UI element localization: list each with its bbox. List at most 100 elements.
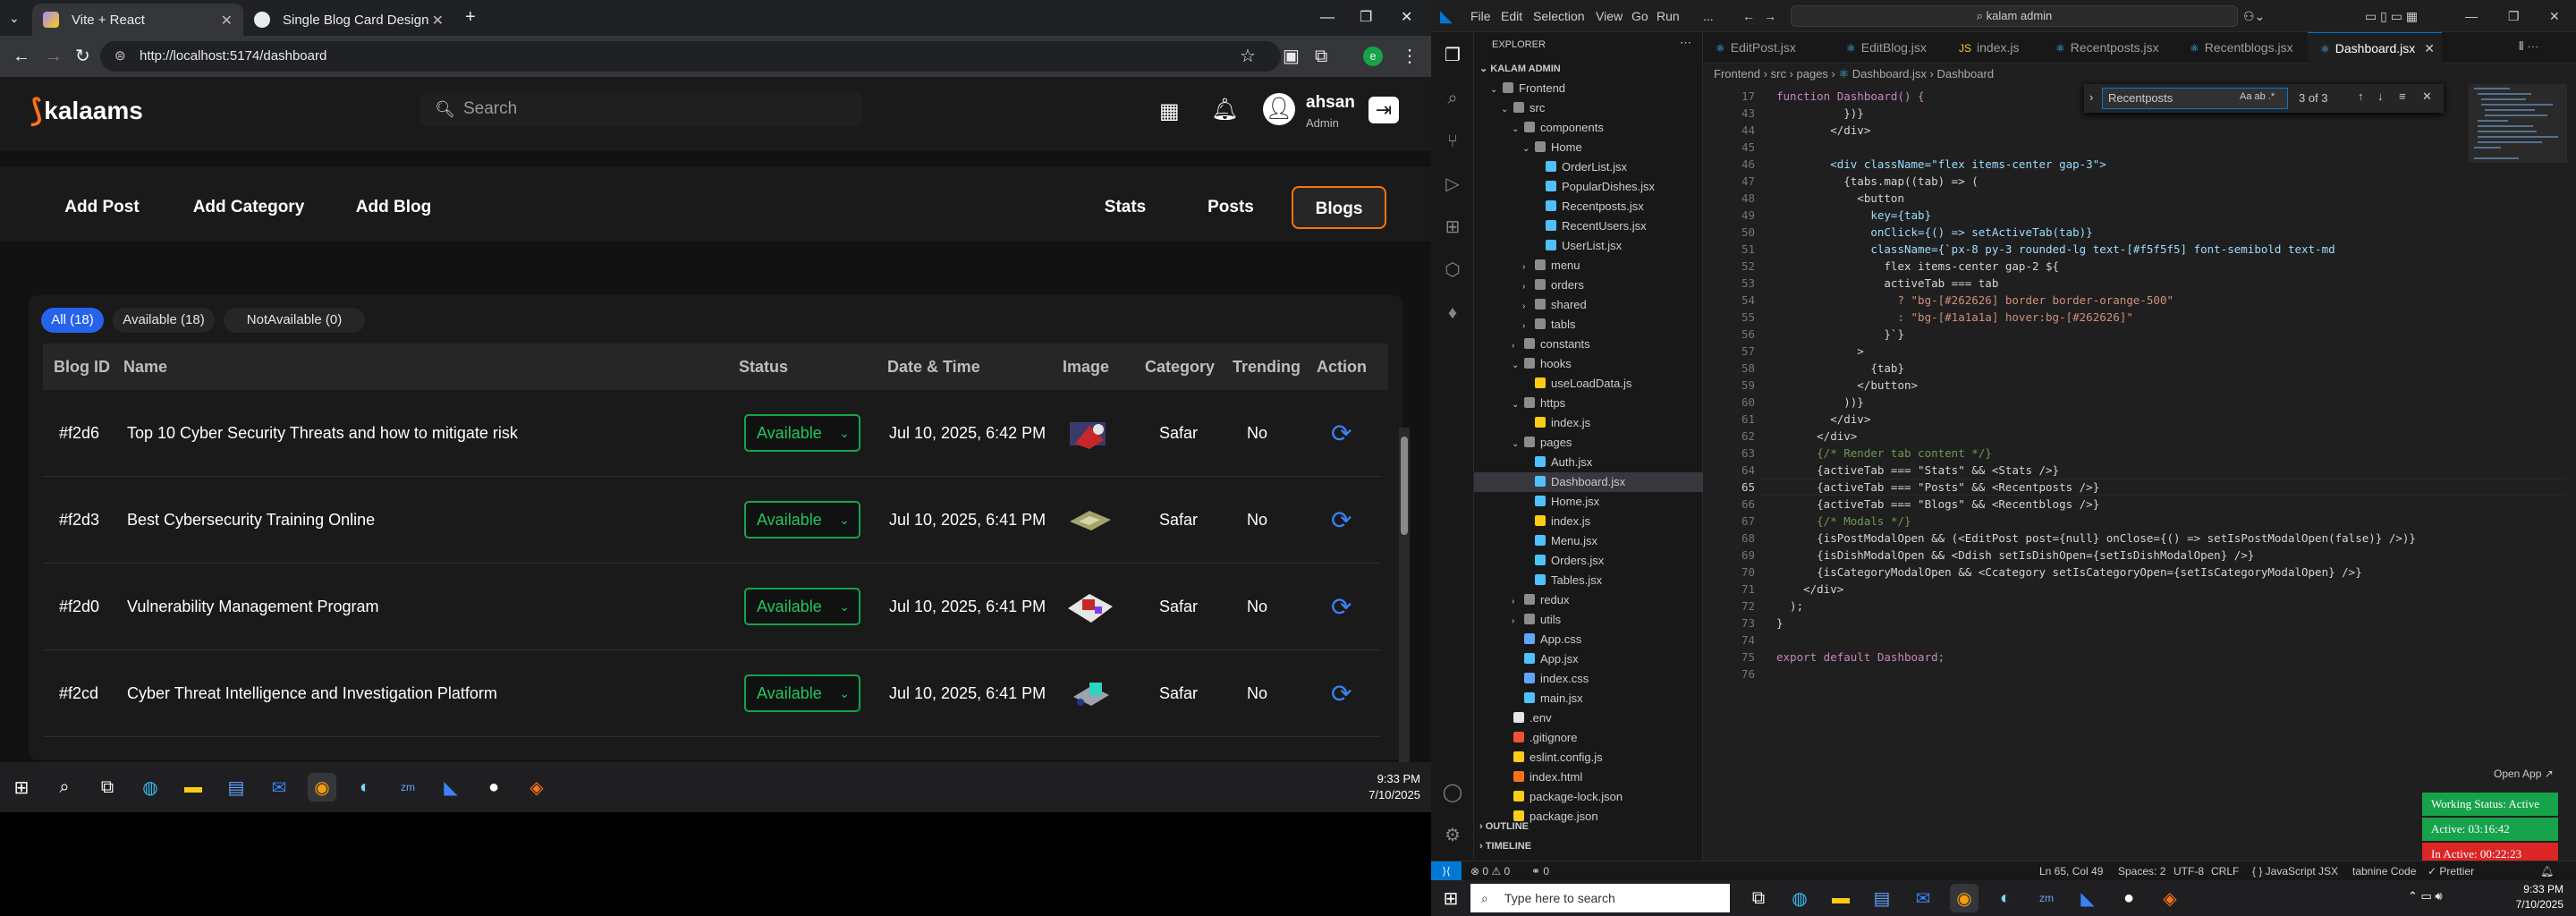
scrollbar-thumb[interactable] [1401, 437, 1408, 535]
minimize-icon[interactable]: — [2465, 0, 2478, 32]
code-line[interactable]: <button [1776, 190, 1904, 207]
code-line[interactable]: {isCategoryModalOpen && <Ccategory setIs… [1776, 564, 2362, 581]
kalaams-logo[interactable]: ⟆ kalaams [30, 93, 143, 129]
tree-folder[interactable]: ⌄ hooks [1512, 354, 1572, 374]
encoding[interactable]: UTF-8 [2174, 861, 2204, 881]
code-line[interactable]: onClick={() => setActiveTab(tab)} [1776, 224, 2092, 241]
code-line[interactable]: }`} [1776, 326, 1904, 343]
tree-file[interactable]: eslint.config.js [1501, 748, 1603, 768]
code-line[interactable]: {/* Render tab content */} [1776, 445, 1992, 462]
tab-editblog[interactable]: ⚛ EditBlog.jsx [1834, 32, 1946, 64]
back-icon[interactable]: ← [13, 47, 30, 65]
status-select[interactable]: Available ⌄ [744, 588, 860, 625]
code-line[interactable]: export default Dashboard; [1776, 649, 1945, 666]
tab-stats[interactable]: Stats [1079, 186, 1172, 229]
table-row[interactable]: #f2d6 Top 10 Cyber Security Threats and … [43, 390, 1381, 477]
taskbar-search-input[interactable]: ⌕ Type here to search [1470, 884, 1730, 912]
minimize-icon[interactable]: — [1320, 9, 1335, 27]
tree-folder[interactable]: ⌄ Frontend [1490, 79, 1565, 98]
start-icon[interactable]: ⊞ [1436, 884, 1465, 912]
tree-file[interactable]: useLoadData.js [1522, 374, 1631, 394]
code-line[interactable]: } [1776, 615, 1784, 632]
task-view-icon[interactable]: ⧉ [1744, 884, 1773, 912]
more-actions-icon[interactable]: ⋯ [1680, 36, 1691, 50]
minimap[interactable] [2469, 84, 2567, 209]
tab-posts[interactable]: Posts [1184, 186, 1277, 229]
close-window-icon[interactable]: ✕ [1401, 9, 1412, 27]
refresh-icon[interactable]: ⟳ [1331, 505, 1352, 535]
postman-icon[interactable]: ◈ [2156, 884, 2184, 912]
tree-folder[interactable]: › shared [1522, 295, 1587, 315]
tab-index[interactable]: JS index.js [1946, 32, 2043, 64]
indentation[interactable]: Spaces: 2 [2118, 861, 2165, 881]
code-line[interactable]: className={`px-8 py-3 rounded-lg text-[#… [1776, 241, 2334, 258]
code-line[interactable]: {activeTab === "Stats" && <Stats />} [1776, 462, 2059, 479]
tree-file[interactable]: App.jsx [1512, 649, 1579, 669]
code-line[interactable]: {/* Modals */} [1776, 513, 1911, 530]
crumb[interactable]: Frontend [1714, 67, 1760, 81]
github-icon[interactable]: ● [479, 773, 508, 802]
code-line[interactable]: > [1776, 343, 1864, 360]
menu-more[interactable]: ... [1703, 0, 1714, 32]
code-line[interactable]: {isDishModalOpen && <Ddish setIsDishOpen… [1776, 547, 2254, 564]
code-editor[interactable]: 17 function Dashboard() {43 })} 44 </div> 4… [1703, 84, 2565, 681]
tree-folder[interactable]: › utils [1512, 610, 1561, 630]
search-icon[interactable]: ⌕ [1442, 88, 1463, 109]
address-bar[interactable]: ⊜ http://localhost:5174/dashboard [100, 41, 1281, 72]
profile-avatar-icon[interactable]: e [1363, 47, 1383, 66]
menu-edit[interactable]: Edit [1501, 0, 1522, 32]
tree-file[interactable]: Orders.jsx [1522, 551, 1604, 571]
toggle-replace-icon[interactable]: › [2089, 90, 2093, 104]
notifications-bell-icon[interactable]: 🔔︎ [2540, 861, 2554, 881]
user-avatar-icon[interactable]: 👤︎ [1263, 93, 1295, 125]
site-info-icon[interactable]: ⊜ [114, 41, 126, 72]
cursor-position[interactable]: Ln 65, Col 49 [2039, 861, 2103, 881]
tabnine-indicator[interactable]: tabnine Code [2352, 861, 2416, 881]
prettier-indicator[interactable]: ✓ Prettier [2428, 861, 2474, 881]
code-line[interactable]: </div> [1776, 428, 1857, 445]
close-tab-icon[interactable]: ✕ [221, 12, 233, 30]
bookmark-star-icon[interactable]: ☆ [1240, 47, 1256, 65]
manage-gear-icon[interactable]: ⚙ [1442, 825, 1463, 846]
menu-run[interactable]: Run [1657, 0, 1680, 32]
breadcrumb[interactable]: Frontend › src › pages › ⚛ Dashboard.jsx… [1714, 64, 1994, 84]
outlook-icon[interactable]: ✉ [265, 773, 293, 802]
mongodb-icon[interactable]: ♦ [1442, 302, 1463, 324]
taskbar-clock[interactable]: 9:33 PM 7/10/2025 [2516, 882, 2563, 912]
tree-file[interactable]: App.css [1512, 630, 1581, 649]
command-center[interactable]: ⌕ kalam admin [1791, 5, 2238, 27]
tree-folder[interactable]: › orders [1522, 276, 1584, 295]
edge-icon[interactable]: ◍ [1785, 884, 1814, 912]
code-line[interactable]: function Dashboard() { [1776, 88, 1925, 105]
refresh-icon[interactable]: ⟳ [1331, 419, 1352, 448]
workspace-root[interactable]: ⌄ KALAM ADMIN [1479, 63, 1561, 74]
filter-notavailable[interactable]: NotAvailable (0) [224, 308, 365, 333]
tab-search-icon[interactable]: ⌄ [9, 9, 20, 27]
status-select[interactable]: Available ⌄ [744, 501, 860, 539]
system-tray-icons[interactable]: ⌃ ▭ 🔊︎ [2408, 889, 2443, 903]
code-line[interactable]: {tabs.map((tab) => ( [1776, 173, 1979, 190]
tree-folder[interactable]: › tabls [1522, 315, 1575, 335]
code-line[interactable]: </div> [1776, 581, 1843, 598]
problems-indicator[interactable]: ⊗ 0 ⚠ 0 [1470, 861, 1510, 881]
search-icon[interactable]: ⌕ [50, 773, 79, 802]
code-line[interactable]: : "bg-[#1a1a1a] hover:bg-[#262626]" [1776, 309, 2132, 326]
tree-file[interactable]: Dashboard.jsx [1522, 472, 1625, 492]
bell-icon[interactable]: 🔔︎ [1211, 97, 1238, 123]
tab-blogs[interactable]: Blogs [1292, 186, 1386, 229]
code-line[interactable]: <div className="flex items-center gap-3"… [1776, 156, 2106, 173]
status-select[interactable]: Available ⌄ [744, 414, 860, 452]
line-ending[interactable]: CRLF [2211, 861, 2239, 881]
table-row[interactable]: #f2d3 Best Cybersecurity Training Online… [43, 477, 1381, 564]
code-line[interactable]: </div> [1776, 122, 1870, 139]
extension-icon[interactable]: ▣ [1283, 47, 1300, 65]
code-line[interactable]: {activeTab === "Blogs" && <Recentblogs /… [1776, 496, 2099, 513]
logout-icon[interactable]: ⇥ [1368, 97, 1399, 123]
next-match-icon[interactable]: ↓ [2377, 89, 2384, 103]
code-line[interactable]: </button> [1776, 377, 1918, 394]
code-line[interactable]: {tab} [1776, 360, 1904, 377]
maximize-icon[interactable]: ❐ [2508, 0, 2520, 32]
menu-selection[interactable]: Selection [1533, 0, 1585, 32]
crumb[interactable]: Dashboard [1936, 67, 1994, 81]
tree-file[interactable]: UserList.jsx [1533, 236, 1622, 256]
